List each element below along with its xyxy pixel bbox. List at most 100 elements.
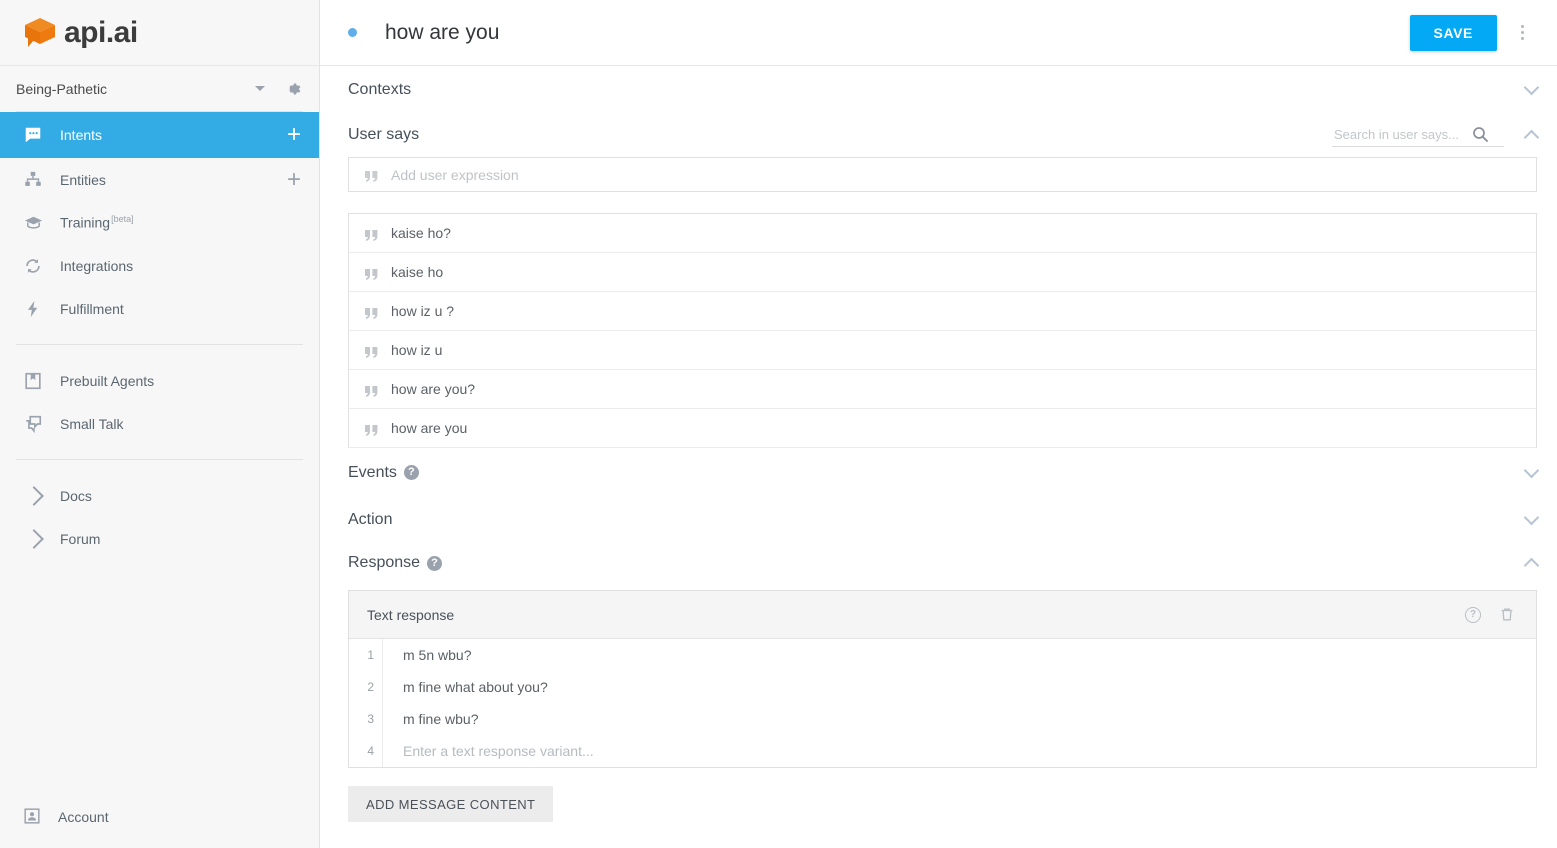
sidebar-item-account[interactable]: Account bbox=[0, 795, 320, 839]
user-says-text: how are you bbox=[391, 420, 468, 436]
add-user-expression-input[interactable]: Add user expression bbox=[348, 157, 1537, 192]
user-says-row[interactable]: how are you bbox=[349, 409, 1536, 448]
sidebar-item-small-talk[interactable]: Small Talk bbox=[0, 402, 319, 445]
add-entity-button[interactable]: + bbox=[287, 167, 301, 192]
row-number: 3 bbox=[349, 703, 383, 735]
sidebar-item-label: Forum bbox=[60, 530, 101, 547]
user-says-row[interactable]: kaise ho? bbox=[349, 214, 1536, 253]
graduation-cap-icon bbox=[22, 212, 44, 234]
sidebar-item-forum[interactable]: Forum bbox=[0, 517, 319, 560]
user-says-row[interactable]: how are you? bbox=[349, 370, 1536, 409]
sidebar-item-prebuilt-agents[interactable]: Prebuilt Agents bbox=[0, 359, 319, 402]
text-response-card: Text response ? 1m 5n wbu? 2 m fine what a… bbox=[348, 590, 1537, 768]
sidebar-item-label: Prebuilt Agents bbox=[60, 372, 155, 389]
help-icon[interactable]: ? bbox=[1460, 602, 1486, 628]
add-intent-button[interactable]: + bbox=[287, 123, 301, 147]
sidebar-item-intents[interactable]: Intents + bbox=[0, 112, 319, 158]
quote-icon bbox=[365, 306, 378, 319]
hierarchy-icon bbox=[22, 169, 44, 191]
row-number: 1 bbox=[349, 639, 383, 671]
text-response-row[interactable]: 3m fine wbu? bbox=[349, 703, 1536, 735]
help-icon[interactable]: ? bbox=[427, 555, 443, 571]
sidebar-item-label: Intents bbox=[60, 127, 103, 143]
sidebar-item-entities[interactable]: Entities + bbox=[0, 158, 319, 201]
quote-icon bbox=[365, 228, 378, 241]
sidebar-item-label: Fulfillment bbox=[60, 300, 124, 317]
quote-icon bbox=[365, 169, 378, 182]
section-label-text: Response bbox=[348, 554, 421, 571]
chevron-up-icon[interactable] bbox=[1523, 557, 1540, 574]
text-response-header: Text response ? bbox=[349, 591, 1536, 639]
app-root: api.ai Being-Pathetic Intents + Entities… bbox=[0, 0, 1557, 848]
chevron-right-icon bbox=[22, 528, 44, 550]
chevron-down-icon[interactable] bbox=[255, 86, 265, 91]
chat-stack-icon bbox=[22, 413, 44, 435]
section-user-says: User says bbox=[348, 113, 1540, 157]
search-icon[interactable] bbox=[1472, 126, 1489, 143]
quote-icon bbox=[365, 423, 378, 436]
brand-logo[interactable]: api.ai bbox=[0, 0, 319, 66]
page-title: how are you bbox=[385, 20, 500, 44]
quote-icon bbox=[365, 345, 378, 358]
sync-icon bbox=[22, 255, 44, 277]
chevron-up-icon[interactable] bbox=[1523, 129, 1540, 146]
sidebar-item-label: Entities bbox=[60, 171, 106, 188]
section-label: Events ? bbox=[348, 464, 419, 482]
chat-bubble-icon bbox=[22, 124, 44, 146]
sidebar-item-training[interactable]: Training[beta] bbox=[0, 201, 319, 244]
quote-icon bbox=[365, 384, 378, 397]
user-says-text: how iz u bbox=[391, 342, 443, 358]
chevron-down-icon[interactable] bbox=[1523, 462, 1540, 478]
section-events[interactable]: Events ? bbox=[348, 448, 1540, 497]
user-says-text: kaise ho? bbox=[391, 225, 451, 241]
text-response-value[interactable]: m 5n wbu? bbox=[383, 647, 1536, 663]
text-response-placeholder[interactable]: Enter a text response variant... bbox=[383, 743, 1536, 759]
section-action[interactable]: Action bbox=[348, 497, 1540, 542]
user-says-row[interactable]: kaise ho bbox=[349, 253, 1536, 292]
quote-icon bbox=[365, 267, 378, 280]
text-response-row[interactable]: 4 Enter a text response variant... bbox=[349, 735, 1536, 767]
sidebar-item-label: Docs bbox=[60, 487, 92, 504]
section-response[interactable]: Response ? bbox=[348, 542, 1540, 584]
sidebar-item-label: Integrations bbox=[60, 257, 134, 274]
beta-badge: [beta] bbox=[111, 214, 134, 225]
add-user-expression-placeholder: Add user expression bbox=[391, 166, 519, 183]
text-response-row[interactable]: 1m 5n wbu? bbox=[349, 639, 1536, 671]
sidebar-item-label: Training[beta] bbox=[60, 214, 134, 231]
text-response-value[interactable]: m fine wbu? bbox=[383, 711, 1536, 727]
more-options-icon[interactable] bbox=[1507, 13, 1537, 53]
chevron-down-icon[interactable] bbox=[1523, 79, 1540, 95]
help-icon[interactable]: ? bbox=[403, 465, 419, 480]
text-response-row[interactable]: 2m fine what about you? bbox=[349, 671, 1536, 703]
sidebar-item-label: Account bbox=[58, 809, 109, 825]
sidebar-item-fulfillment[interactable]: Fulfillment bbox=[0, 287, 319, 330]
sidebar-item-docs[interactable]: Docs bbox=[0, 474, 319, 517]
user-says-search[interactable] bbox=[1332, 123, 1504, 147]
main-panel: how are you SAVE Contexts User says Sear… bbox=[320, 0, 1557, 848]
section-label-text: Events bbox=[348, 463, 397, 481]
text-response-value[interactable]: m fine what about you? bbox=[383, 679, 1536, 695]
search-input[interactable] bbox=[1332, 126, 1472, 143]
book-icon bbox=[22, 370, 44, 392]
agent-name: Being-Pathetic bbox=[16, 80, 108, 97]
chevron-down-icon[interactable] bbox=[1523, 509, 1540, 525]
sidebar-item-label: Small Talk bbox=[60, 415, 124, 432]
delete-icon[interactable] bbox=[1494, 602, 1520, 628]
section-contexts[interactable]: Contexts bbox=[348, 66, 1540, 113]
text-response-title: Text response bbox=[367, 606, 455, 623]
gear-icon[interactable] bbox=[283, 79, 303, 99]
user-says-row[interactable]: how iz u bbox=[349, 331, 1536, 370]
section-label: Action bbox=[348, 510, 393, 528]
save-button[interactable]: SAVE bbox=[1409, 14, 1497, 51]
user-says-row[interactable]: how iz u ? bbox=[349, 292, 1536, 331]
section-label: Contexts bbox=[348, 80, 412, 98]
add-message-content-button[interactable]: ADD MESSAGE CONTENT bbox=[348, 786, 554, 822]
agent-selector[interactable]: Being-Pathetic bbox=[0, 66, 319, 111]
sidebar-item-integrations[interactable]: Integrations bbox=[0, 244, 319, 287]
api-ai-cube-icon bbox=[22, 16, 58, 50]
user-says-text: how iz u ? bbox=[391, 303, 455, 319]
